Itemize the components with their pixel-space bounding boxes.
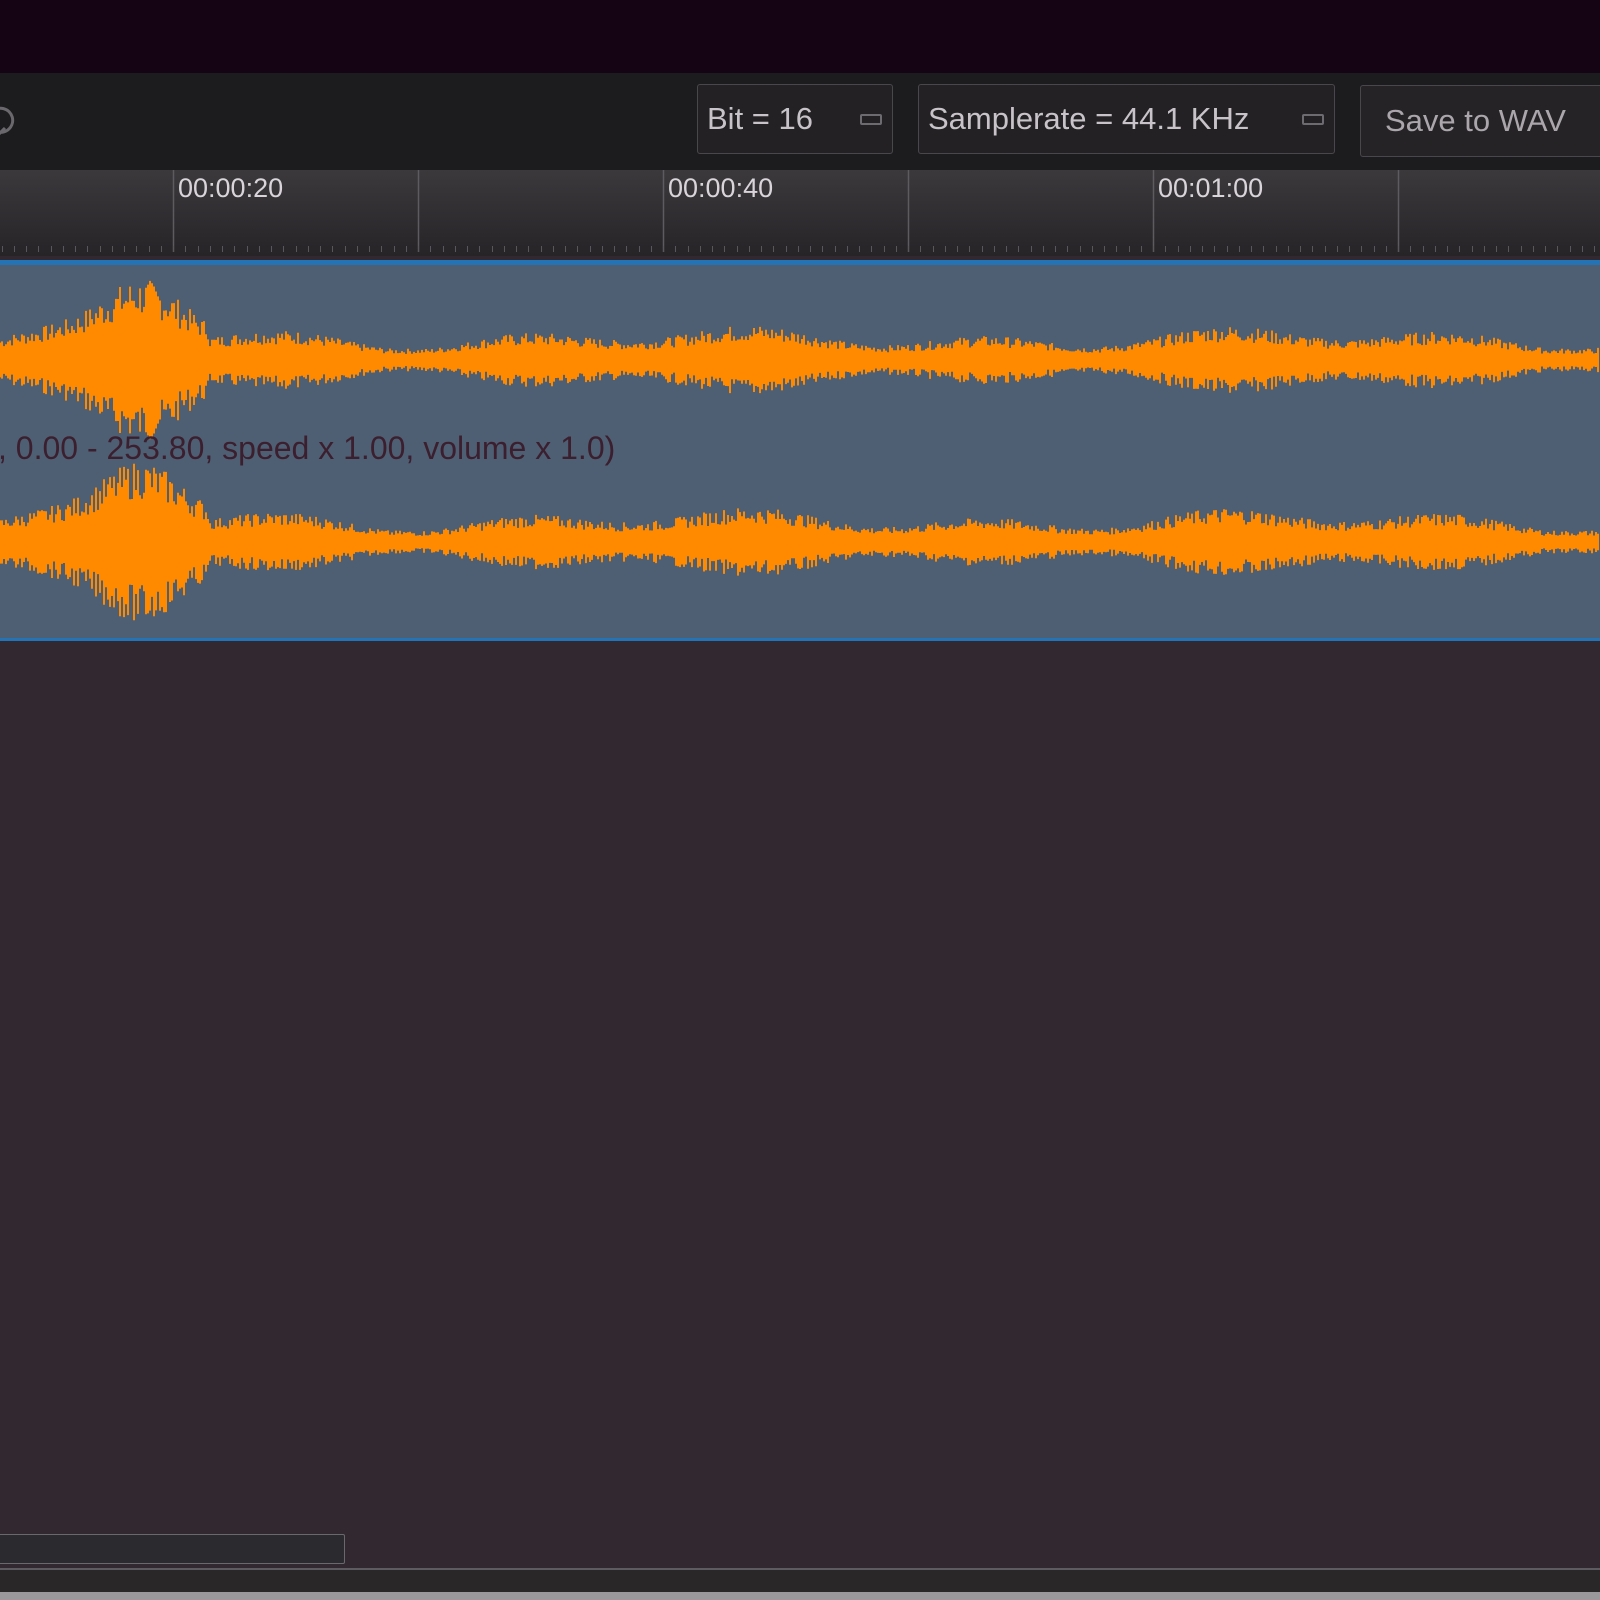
- audio-clip[interactable]: z, 0.00 - 253.80, speed x 1.00, volume x…: [0, 265, 1600, 640]
- scrollbar-thumb[interactable]: [0, 1534, 345, 1564]
- save-to-wav-button[interactable]: Save to WAV: [1360, 85, 1600, 157]
- samplerate-select-value: Samplerate = 44.1 KHz: [928, 101, 1250, 136]
- timeline-label: 00:00:20: [178, 173, 284, 203]
- clip-info: z, 0.00 - 253.80, speed x 1.00, volume x…: [0, 430, 616, 466]
- samplerate-select[interactable]: Samplerate = 44.1 KHz: [918, 84, 1335, 154]
- timeline-label: 00:00:40: [668, 173, 774, 203]
- title-bar: [0, 0, 1600, 73]
- waveform-channel-2: [0, 463, 1599, 621]
- track-border: [0, 638, 1600, 641]
- minor-ticks: [2, 246, 1595, 252]
- timeline-label: 00:01:00: [1158, 173, 1264, 203]
- waveform-channel-1: [0, 280, 1599, 440]
- timeline-ruler[interactable]: 00:00:20 00:00:40 00:01:00: [0, 170, 1600, 256]
- horizontal-scrollbar[interactable]: [0, 1534, 1600, 1566]
- redo-icon[interactable]: [0, 104, 18, 138]
- bottom-bar-edge: [0, 1592, 1600, 1600]
- select-handle-icon: [860, 114, 882, 125]
- bit-depth-select[interactable]: Bit = 16: [697, 84, 893, 154]
- bit-depth-select-value: Bit = 16: [707, 101, 813, 136]
- select-handle-icon: [1302, 114, 1324, 125]
